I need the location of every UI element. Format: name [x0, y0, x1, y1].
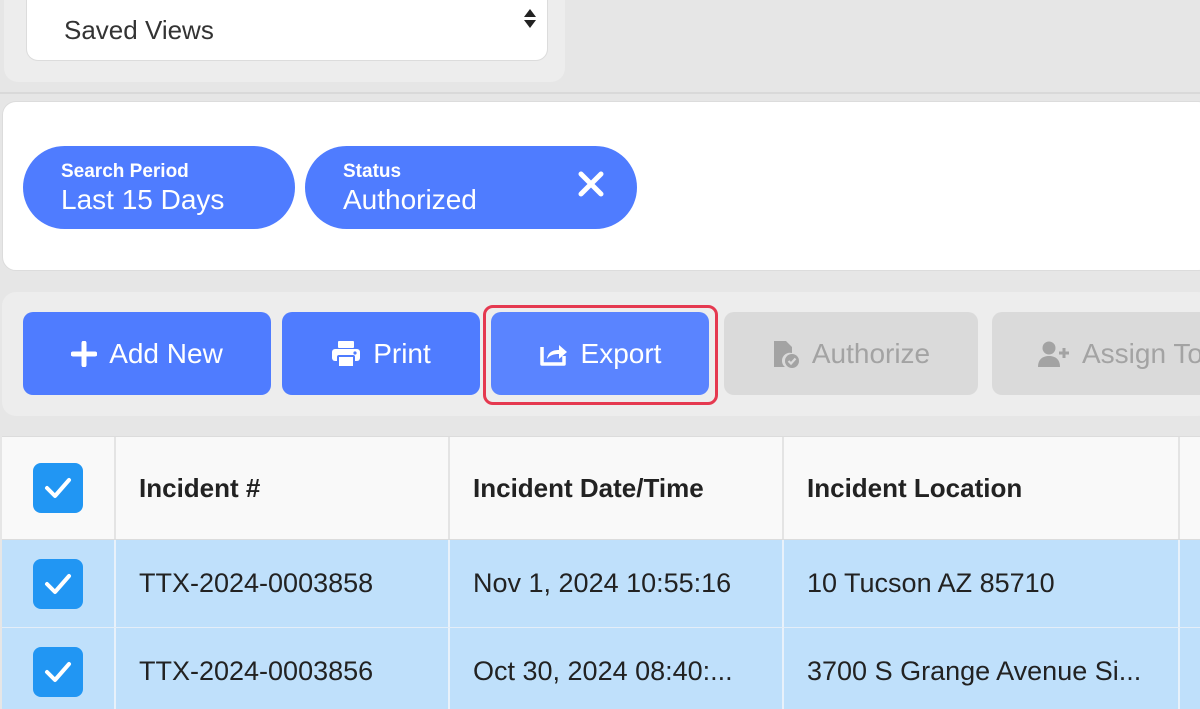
checkbox-checked-icon[interactable]: [33, 463, 83, 513]
cell-datetime: Nov 1, 2024 10:55:16: [450, 540, 784, 627]
checkbox-checked-icon[interactable]: [33, 646, 83, 697]
add-new-label: Add New: [109, 337, 223, 369]
filter-chip-status[interactable]: Status Authorized: [305, 146, 637, 229]
table-row[interactable]: TTX-2024-0003856 Oct 30, 2024 08:40:... …: [2, 628, 1200, 709]
header-select-all[interactable]: [2, 437, 116, 539]
column-header-location[interactable]: Incident Location: [784, 437, 1180, 539]
close-icon[interactable]: [573, 168, 609, 204]
cell-extra: [1180, 540, 1200, 627]
cell-incident[interactable]: TTX-2024-0003856: [116, 628, 450, 709]
filter-chip-value: Last 15 Days: [61, 184, 225, 215]
filter-chip-search-period[interactable]: Search Period Last 15 Days: [23, 146, 295, 229]
column-header-incident[interactable]: Incident #: [116, 437, 450, 539]
print-button[interactable]: Print: [282, 312, 480, 395]
saved-views-panel: Saved Views: [4, 0, 565, 82]
column-header-datetime[interactable]: Incident Date/Time: [450, 437, 784, 539]
divider: [0, 92, 1200, 94]
select-arrows-icon: [523, 9, 537, 28]
incident-table: Incident # Incident Date/Time Incident L…: [2, 436, 1200, 709]
assign-to-label: Assign To: [1082, 337, 1200, 369]
cell-location: 10 Tucson AZ 85710: [784, 540, 1180, 627]
cell-incident[interactable]: TTX-2024-0003858: [116, 540, 450, 627]
cell-extra: [1180, 628, 1200, 709]
print-label: Print: [373, 337, 431, 369]
assign-to-button[interactable]: Assign To: [992, 312, 1200, 395]
filter-panel: Search Period Last 15 Days Status Author…: [2, 101, 1200, 271]
plus-icon: [71, 340, 98, 367]
add-user-icon: [1038, 341, 1069, 367]
table-header: Incident # Incident Date/Time Incident L…: [2, 437, 1200, 540]
column-header-extra: [1180, 437, 1200, 539]
saved-views-label: Saved Views: [64, 14, 214, 45]
saved-views-select[interactable]: Saved Views: [26, 0, 548, 61]
row-select[interactable]: [2, 628, 116, 709]
export-highlight: [483, 305, 718, 405]
cell-location: 3700 S Grange Avenue Si...: [784, 628, 1180, 709]
authorize-label: Authorize: [811, 337, 931, 369]
checkbox-checked-icon[interactable]: [33, 558, 83, 609]
table-row[interactable]: TTX-2024-0003858 Nov 1, 2024 10:55:16 10…: [2, 540, 1200, 628]
document-check-icon: [773, 340, 799, 368]
row-select[interactable]: [2, 540, 116, 627]
filter-chip-label: Search Period: [61, 161, 189, 182]
cell-datetime: Oct 30, 2024 08:40:...: [450, 628, 784, 709]
authorize-button[interactable]: Authorize: [724, 312, 978, 395]
add-new-button[interactable]: Add New: [23, 312, 271, 395]
printer-icon: [332, 340, 361, 368]
